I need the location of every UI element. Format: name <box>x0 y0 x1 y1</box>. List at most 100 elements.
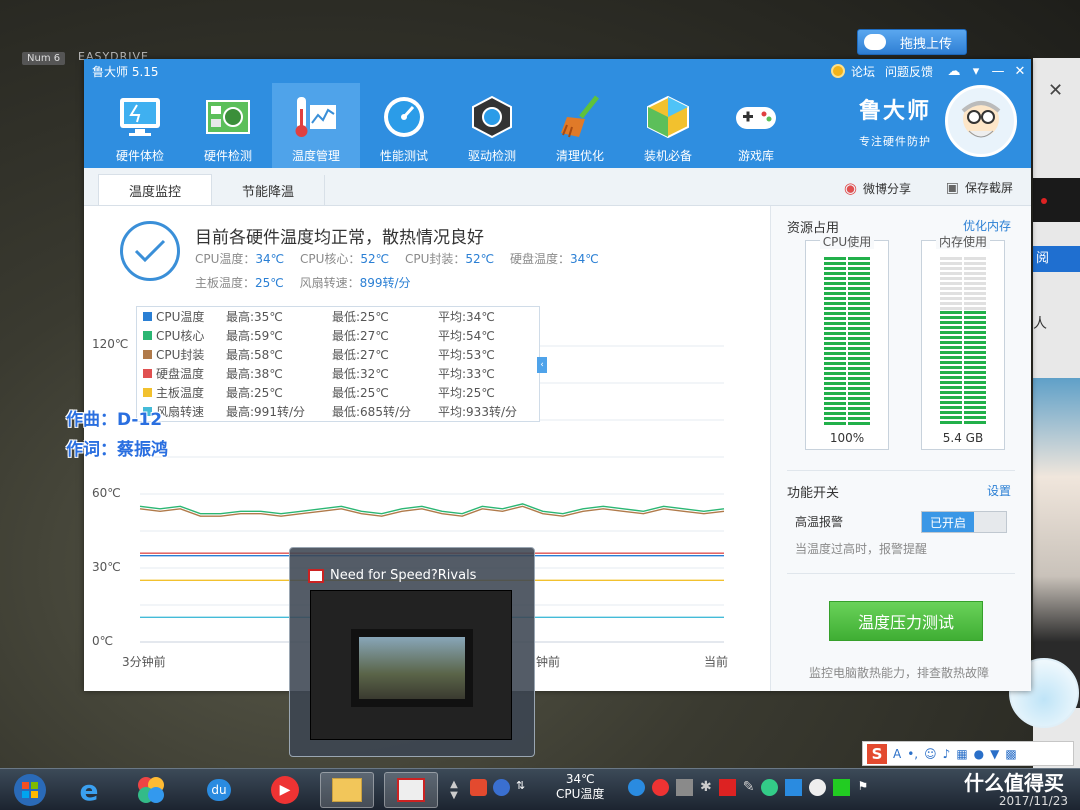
du-app-icon[interactable]: du <box>192 772 246 808</box>
tray-green-icon[interactable] <box>833 779 851 796</box>
legend-row: CPU封装 最高:58℃ 最低:27℃ 平均:53℃ <box>137 345 539 364</box>
cloud-icon <box>864 34 886 50</box>
brand-subtitle: 专注硬件防护 <box>858 135 931 148</box>
ie-icon[interactable]: e <box>62 772 116 808</box>
tool-performance[interactable]: 性能测试 <box>360 83 448 168</box>
tab-temperature-monitor[interactable]: 温度监控 <box>98 174 213 205</box>
legend-avg: 平均:25℃ <box>438 386 495 400</box>
nfs-taskbar-icon[interactable] <box>384 772 438 808</box>
watermark: 什么值得买 <box>964 771 1064 795</box>
close-icon[interactable]: ✕ <box>1048 80 1063 101</box>
ime-grid-icon[interactable]: ▩ <box>1005 747 1016 761</box>
help-tray-icon[interactable] <box>493 779 510 796</box>
alarm-toggle[interactable]: 已开启 <box>921 511 1007 533</box>
tool-games[interactable]: 游戏库 <box>712 83 800 168</box>
legend-name: 主板温度 <box>156 386 205 400</box>
monitor-icon <box>116 93 164 141</box>
record-dot <box>1041 198 1047 204</box>
skin-icon[interactable]: ☁ <box>943 64 965 79</box>
legend-min: 最低:685转/分 <box>332 405 411 419</box>
ime-user-icon[interactable]: ● <box>974 747 984 761</box>
start-button[interactable] <box>8 772 52 808</box>
legend-max: 最高:25℃ <box>226 386 283 400</box>
collapse-legend-button[interactable]: ‹ <box>537 357 547 373</box>
legend-avg: 平均:933转/分 <box>438 405 517 419</box>
tool-driver[interactable]: 驱动检测 <box>448 83 536 168</box>
media-player-icon[interactable]: ▶ <box>258 772 312 808</box>
cpu-usage-label: CPU使用 <box>806 233 888 250</box>
tray-k-icon[interactable] <box>809 779 827 796</box>
legend-min: 最低:25℃ <box>332 310 389 324</box>
tray-tool-icon[interactable]: ✎ <box>743 779 755 796</box>
cpu-temp-widget[interactable]: 34℃ CPU温度 <box>556 772 604 802</box>
toggle-on-label: 已开启 <box>922 512 974 532</box>
side-tab[interactable]: 阅 <box>1033 246 1080 272</box>
legend-max: 最高:58℃ <box>226 348 283 362</box>
tab-energy-saving[interactable]: 节能降温 <box>212 175 326 205</box>
weibo-share-button[interactable]: ◉ 微博分享 <box>844 179 911 197</box>
feedback-link[interactable]: 问题反馈 <box>885 63 933 80</box>
settings-link[interactable]: 设置 <box>987 482 1011 499</box>
memory-usage-label: 内存使用 <box>922 233 1004 250</box>
tray-icons-right: ✱ ✎ ⚑ <box>628 779 868 796</box>
tool-cleanup[interactable]: 清理优化 <box>536 83 624 168</box>
file-explorer-icon[interactable] <box>320 772 374 808</box>
side-text: 人 <box>1033 316 1047 332</box>
minimize-icon[interactable]: — <box>987 64 1009 79</box>
tray-red-icon[interactable] <box>718 779 736 796</box>
ime-keyboard-icon[interactable]: ▦ <box>956 747 967 761</box>
game-screenshot <box>351 629 473 707</box>
tray-icons-left: ⇅ <box>470 779 533 796</box>
share-label: 微博分享 <box>862 181 911 196</box>
ime-emoji-icon[interactable]: ☺ <box>924 747 937 761</box>
status-line-1: CPU温度：34℃ CPU核心：52℃ CPU封装：52℃ 硬盘温度：34℃ <box>195 252 599 266</box>
tool-hardware-detect[interactable]: 硬件检测 <box>184 83 272 168</box>
ime-mic-icon[interactable]: ♪ <box>943 747 951 761</box>
medal-icon[interactable] <box>830 64 845 78</box>
stress-test-button[interactable]: 温度压力测试 <box>829 601 983 641</box>
mascot-avatar[interactable] <box>945 85 1017 157</box>
divider <box>787 470 1015 471</box>
cpu-temp-label: CPU温度 <box>556 787 605 801</box>
optimize-memory-link[interactable]: 优化内存 <box>963 217 1011 234</box>
save-screenshot-button[interactable]: ▣ 保存截屏 <box>946 179 1013 196</box>
speedometer-icon <box>380 93 428 141</box>
taskbar-scroll[interactable]: ▲ ▼ <box>446 772 462 808</box>
ime-punct-icon[interactable]: •, <box>907 747 918 761</box>
ime-toolbar[interactable]: S A •, ☺ ♪ ▦ ● ▼ ▩ <box>862 741 1074 766</box>
pinwheel-app-icon[interactable] <box>124 772 178 808</box>
background-window: ✕ 阅 人 <box>1009 58 1080 768</box>
legend-row: 硬盘温度 最高:38℃ 最低:32℃ 平均:33℃ <box>137 364 539 383</box>
ime-letter-icon[interactable]: A <box>893 747 901 761</box>
game-hud-badge: Num 6 <box>22 52 66 65</box>
ime-shirt-icon[interactable]: ▼ <box>990 747 999 761</box>
upload-button[interactable]: 拖拽上传 <box>857 29 967 55</box>
menu-icon[interactable]: ▾ <box>965 64 987 79</box>
tool-hardware-check[interactable]: 硬件体检 <box>96 83 184 168</box>
memory-usage-meter: 内存使用 5.4 GB <box>921 235 1005 450</box>
tray-misc-icon[interactable] <box>676 779 693 796</box>
flag-icon[interactable]: ⚑ <box>857 779 868 796</box>
tray-app-icon[interactable] <box>628 779 645 796</box>
tool-essentials[interactable]: 装机必备 <box>624 83 712 168</box>
chart-legend: CPU温度 最高:35℃ 最低:25℃ 平均:34℃ CPU核心 最高:59℃ 最低:27℃… <box>136 306 547 422</box>
x-tick-label: 3分钟前 <box>122 655 166 669</box>
sogou-tray-icon[interactable] <box>470 779 487 796</box>
divider <box>787 573 1015 574</box>
tool-temperature[interactable]: 温度管理 <box>272 83 360 168</box>
network-tray-icon[interactable]: ⇅ <box>516 779 533 796</box>
forum-link[interactable]: 论坛 <box>851 63 875 80</box>
cpu-usage-value: 100% <box>829 431 865 445</box>
tray-player-icon[interactable] <box>652 779 669 796</box>
legend-swatch <box>143 312 152 321</box>
bluetooth-icon[interactable]: ✱ <box>700 779 712 796</box>
tray-cloud-icon[interactable] <box>785 779 803 796</box>
close-icon[interactable]: ✕ <box>1009 64 1031 79</box>
legend-row: 风扇转速 最高:991转/分 最低:685转/分 平均:933转/分 <box>137 402 539 421</box>
legend-name: CPU温度 <box>156 310 205 324</box>
legend-min: 最低:27℃ <box>332 329 389 343</box>
cpu-temp-value: 34℃ <box>565 772 595 786</box>
tray-shield-icon[interactable] <box>761 779 779 796</box>
taskbar-thumbnail[interactable]: Need for Speed?Rivals <box>289 547 535 757</box>
legend-avg: 平均:34℃ <box>438 310 495 324</box>
